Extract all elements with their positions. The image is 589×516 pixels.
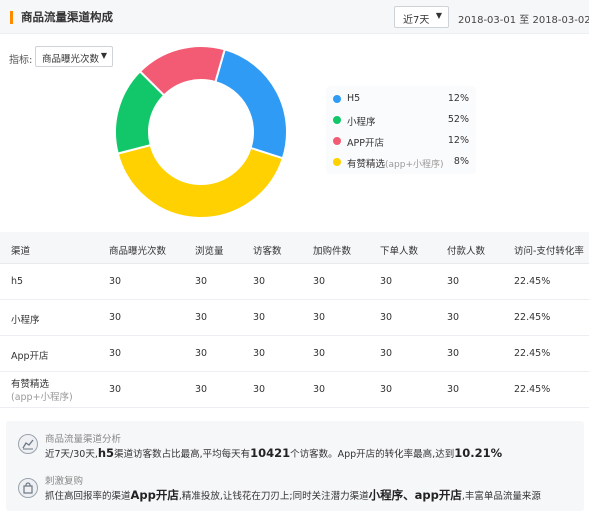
- table-cell: 22.45%: [514, 348, 551, 359]
- table-cell: 30: [313, 384, 326, 395]
- legend-sublabel: (app+小程序): [385, 160, 444, 170]
- legend-dot-youzan: [333, 158, 341, 166]
- legend-value: 52%: [447, 114, 469, 125]
- table-cell: 30: [109, 276, 122, 287]
- table-cell: 30: [313, 276, 326, 287]
- line-chart-icon: [18, 434, 38, 454]
- stimulate-highlight: 小程序、app开店: [368, 488, 462, 502]
- title-accent-bar: [10, 11, 13, 24]
- legend-value: 12%: [447, 135, 469, 146]
- table-cell: 30: [447, 276, 460, 287]
- metric-value: 商品曝光次数: [42, 54, 100, 65]
- traffic-donut-chart: [114, 45, 288, 219]
- table-cell: 22.45%: [514, 384, 551, 395]
- analysis-text-part: 近7天/30天,: [45, 449, 98, 460]
- legend-item-app: APP开店 12%: [333, 134, 473, 149]
- table-cell: 30: [195, 312, 208, 323]
- analysis-title: 商品流量渠道分析: [45, 434, 122, 445]
- column-header: 浏览量: [195, 246, 224, 257]
- stimulate-text-part: 抓住高回报率的渠道: [45, 491, 131, 502]
- legend-label: H5: [347, 93, 361, 104]
- table-cell: 30: [447, 348, 460, 359]
- table-cell: 30: [447, 384, 460, 395]
- period-value: 近7天: [403, 15, 430, 26]
- chart-legend: H5 12% 小程序 52% APP开店 12% 有赞精选(app+小程序) 8…: [326, 86, 476, 174]
- column-header: 访客数: [253, 246, 282, 257]
- table-cell: 30: [380, 276, 393, 287]
- analysis-panel: 商品流量渠道分析 近7天/30天,h5渠道访客数占比最高,平均每天有10421个…: [6, 421, 584, 511]
- table-cell: 22.45%: [514, 276, 551, 287]
- column-header: 商品曝光次数: [109, 246, 167, 257]
- column-header: 渠道: [11, 246, 31, 257]
- legend-dot-app: [333, 137, 341, 145]
- table-cell: 30: [195, 276, 208, 287]
- donut-slice-h5[interactable]: [214, 48, 288, 160]
- date-range: 2018-03-01 至 2018-03-02: [458, 15, 589, 26]
- caret-down-icon: ▼: [100, 51, 107, 60]
- legend-dot-miniprogram: [333, 116, 341, 124]
- donut-slice-miniprogram[interactable]: [116, 143, 285, 219]
- metric-label: 指标:: [9, 55, 33, 66]
- stimulate-text: 抓住高回报率的渠道App开店,精准投放,让钱花在刀刃上;同时关注潜力渠道小程序、…: [45, 487, 541, 503]
- table-cell: 30: [109, 312, 122, 323]
- table-row: 有赞精选 (app+小程序) 30 30 30 30 30 30 22.45%: [0, 372, 589, 408]
- legend-value: 8%: [453, 156, 469, 167]
- section-title: 商品流量渠道构成: [21, 10, 113, 24]
- table-cell: 30: [380, 312, 393, 323]
- table-cell: 30: [380, 384, 393, 395]
- table-header: 渠道 商品曝光次数 浏览量 访客数 加购件数 下单人数 付款人数 访问-支付转化…: [0, 232, 589, 264]
- caret-down-icon: ▼: [435, 11, 442, 20]
- legend-label: APP开店: [347, 138, 384, 149]
- section-header: 商品流量渠道构成 近7天 ▼ 2018-03-01 至 2018-03-02: [0, 0, 589, 34]
- table-cell: 30: [447, 312, 460, 323]
- column-header: 付款人数: [447, 246, 486, 257]
- period-dropdown[interactable]: 近7天 ▼: [394, 6, 449, 28]
- table-row: 小程序 30 30 30 30 30 30 22.45%: [0, 300, 589, 336]
- table-cell: 30: [195, 348, 208, 359]
- legend-dot-h5: [333, 95, 341, 103]
- table-cell: 30: [253, 276, 266, 287]
- table-cell: 30: [253, 348, 266, 359]
- analysis-highlight: 10421: [250, 446, 291, 460]
- table-cell: 30: [253, 312, 266, 323]
- column-header: 加购件数: [313, 246, 352, 257]
- table-cell: 30: [313, 348, 326, 359]
- channel-subname: (app+小程序): [11, 392, 73, 403]
- stimulate-text-part: ,丰富单品流量来源: [461, 491, 541, 502]
- table-cell: 30: [313, 312, 326, 323]
- legend-value: 12%: [447, 93, 469, 104]
- table-cell: 22.45%: [514, 312, 551, 323]
- channel-cell: 小程序: [11, 315, 40, 326]
- legend-label: 有赞精选: [347, 159, 386, 170]
- channel-cell: App开店: [11, 351, 49, 362]
- table-row: h5 30 30 30 30 30 30 22.45%: [0, 264, 589, 300]
- table-cell: 30: [253, 384, 266, 395]
- legend-item-h5: H5 12%: [333, 92, 473, 106]
- legend-label: 小程序: [347, 117, 376, 128]
- analysis-highlight: h5: [97, 446, 115, 460]
- legend-item-youzan: 有赞精选(app+小程序) 8%: [333, 155, 473, 170]
- channel-name: 有赞精选: [11, 379, 50, 390]
- table-cell: 30: [195, 384, 208, 395]
- stimulate-text-part: ,精准投放,让钱花在刀刃上;同时关注潜力渠道: [178, 491, 369, 502]
- stimulate-title: 刺激复购: [45, 476, 84, 487]
- channel-cell: h5: [11, 276, 24, 287]
- column-header: 下单人数: [380, 246, 419, 257]
- channel-cell: 有赞精选 (app+小程序): [11, 378, 73, 404]
- analysis-text-part: 个访客数。App开店的转化率最高,达到: [290, 449, 455, 460]
- table-cell: 30: [380, 348, 393, 359]
- shopping-bag-icon: [18, 478, 38, 498]
- table-cell: 30: [109, 384, 122, 395]
- metric-dropdown[interactable]: 商品曝光次数 ▼: [35, 46, 113, 67]
- table-row: App开店 30 30 30 30 30 30 22.45%: [0, 336, 589, 372]
- analysis-text-part: 渠道访客数占比最高,平均每天有: [114, 449, 251, 460]
- analysis-text: 近7天/30天,h5渠道访客数占比最高,平均每天有10421个访客数。App开店…: [45, 446, 502, 460]
- column-header: 访问-支付转化率: [514, 246, 584, 257]
- stimulate-highlight: App开店: [130, 488, 179, 502]
- table-cell: 30: [109, 348, 122, 359]
- legend-item-miniprogram: 小程序 52%: [333, 113, 473, 128]
- analysis-highlight: 10.21%: [454, 446, 503, 460]
